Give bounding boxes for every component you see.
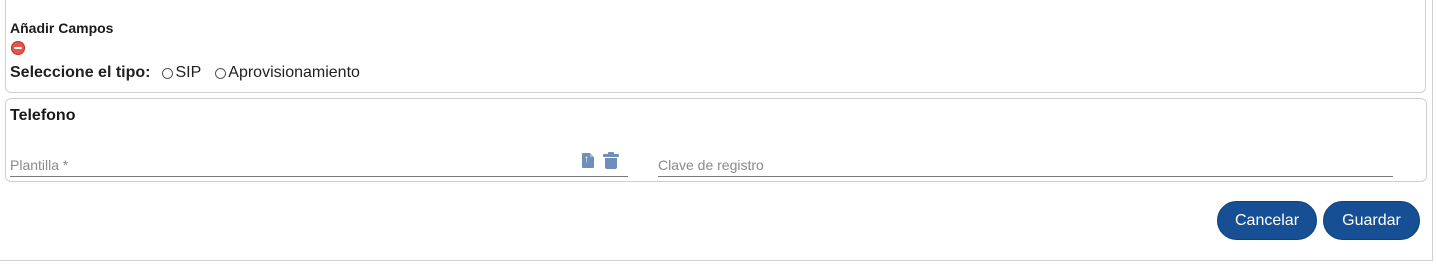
radio-option-sip[interactable]: SIP bbox=[162, 64, 201, 82]
cancel-button[interactable]: Cancelar bbox=[1217, 201, 1317, 240]
radio-option-provisioning[interactable]: Aprovisionamiento bbox=[215, 64, 360, 82]
template-field-placeholder: Plantilla * bbox=[10, 157, 69, 173]
right-divider bbox=[1432, 0, 1433, 261]
save-button[interactable]: Guardar bbox=[1323, 201, 1420, 240]
type-selector-label: Seleccione el tipo: bbox=[10, 64, 151, 81]
registration-key-field[interactable]: Clave de registro bbox=[658, 152, 1393, 177]
phone-section-title: Telefono bbox=[10, 107, 76, 124]
type-selector: Seleccione el tipo: SIP Aprovisionamient… bbox=[10, 64, 374, 82]
template-field[interactable]: Plantilla * bbox=[10, 152, 628, 177]
radio-sip-label: SIP bbox=[175, 64, 202, 81]
bottom-divider bbox=[0, 260, 1433, 261]
upload-file-icon[interactable] bbox=[582, 153, 594, 168]
radio-provisioning-label: Aprovisionamiento bbox=[228, 64, 360, 81]
radio-sip[interactable] bbox=[162, 67, 174, 79]
add-fields-title: Añadir Campos bbox=[10, 20, 114, 36]
registration-key-placeholder: Clave de registro bbox=[658, 157, 764, 173]
minus-circle-icon[interactable] bbox=[11, 41, 25, 55]
radio-provisioning[interactable] bbox=[215, 67, 227, 79]
trash-icon[interactable] bbox=[603, 152, 619, 169]
